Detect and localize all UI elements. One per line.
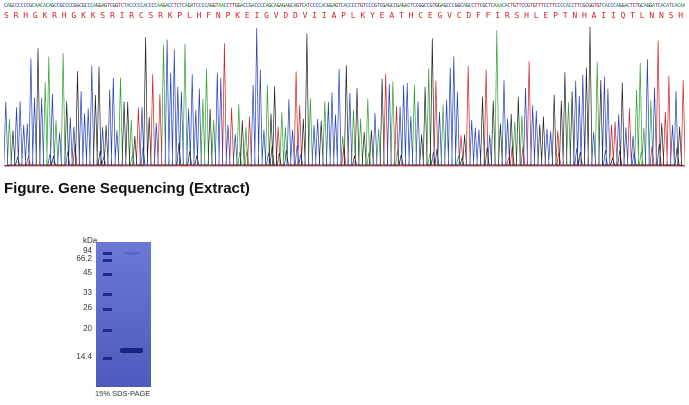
gel-image (96, 242, 151, 387)
sequencing-panel: CAGCCCCCCGCAACACAGCCGCCCCGGCGCCCAGGAGTCG… (4, 2, 685, 170)
marker-label-26: 26 (83, 303, 92, 312)
sample-well-smear (124, 252, 140, 255)
trace-g (4, 26, 685, 167)
chromatogram-trace (4, 26, 685, 167)
marker-label-66: 66.2 (76, 254, 92, 263)
gel-caption: 15% SDS-PAGE (95, 389, 151, 398)
marker-band-26 (103, 308, 112, 311)
gel-lanes-drawing (96, 242, 151, 387)
marker-label-45: 45 (83, 268, 92, 277)
marker-band-94 (103, 252, 112, 255)
marker-label-14: 14.4 (76, 352, 92, 361)
marker-label-20: 20 (83, 324, 92, 333)
dna-sequence-row: CAGCCCCCCGCAACACAGCCGCCCCGGCGCCCAGGAGTCG… (4, 3, 685, 9)
marker-band-20 (103, 329, 112, 332)
sds-page-gel-panel: kDa 94 66.2 45 33 26 20 14.4 15% SDS-PAG… (72, 234, 162, 404)
figure-caption: Figure. Gene Sequencing (Extract) (4, 180, 250, 197)
marker-band-14 (103, 357, 112, 360)
sample-protein-band (120, 348, 143, 353)
marker-band-33 (103, 293, 112, 296)
marker-band-66 (103, 259, 112, 262)
amino-acid-sequence-row: S R H G K R H G K K S R I R C S R K P L … (4, 11, 685, 20)
marker-label-33: 33 (83, 288, 92, 297)
marker-band-45 (103, 273, 112, 276)
